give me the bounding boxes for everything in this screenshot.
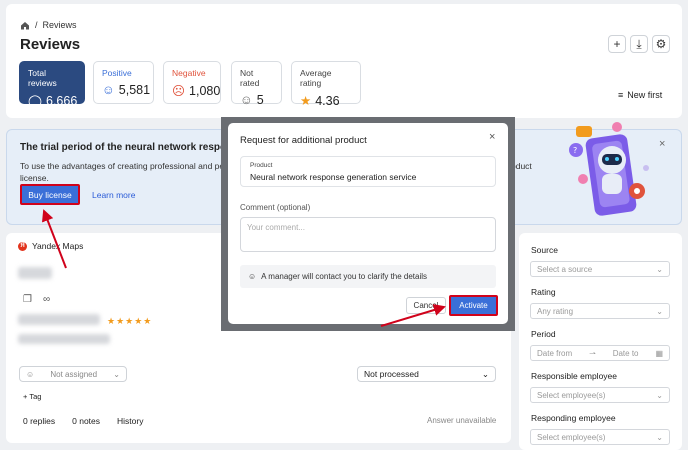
annotation-arrow-activate <box>380 304 446 327</box>
annotation-arrow-buy <box>42 209 67 269</box>
annotation-arrows <box>42 209 446 327</box>
